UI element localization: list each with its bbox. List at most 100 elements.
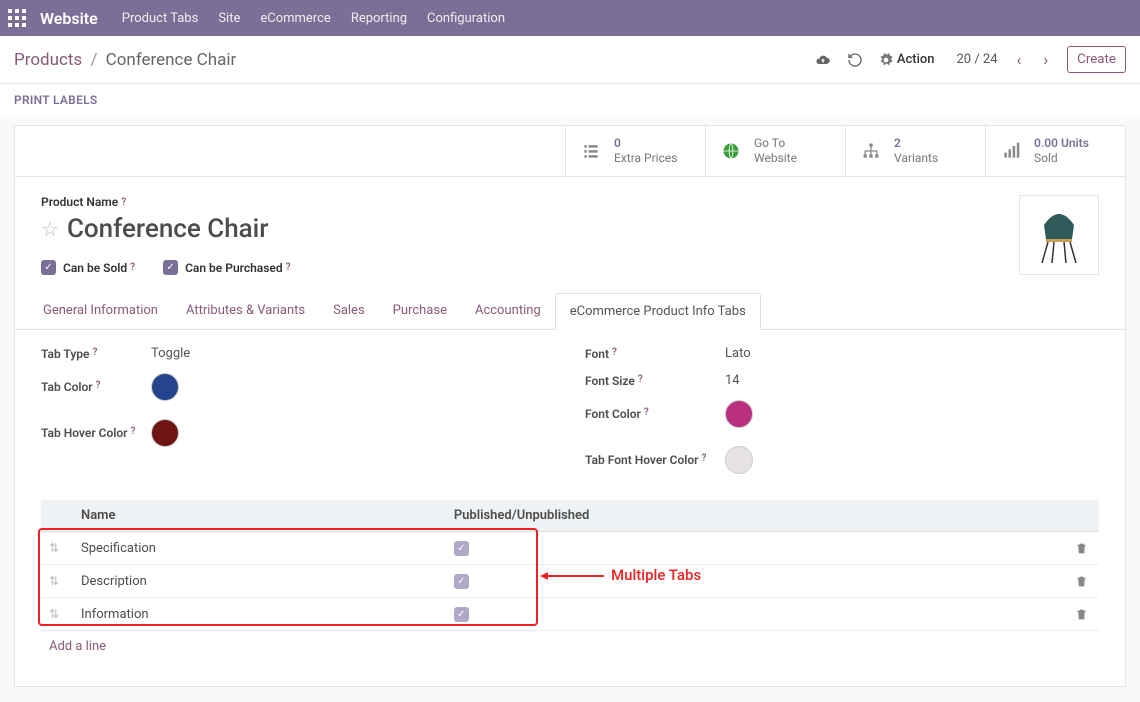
- print-labels-button[interactable]: PRINT LABELS: [14, 93, 98, 107]
- published-checkbox[interactable]: ✓: [454, 541, 469, 556]
- stat-sold[interactable]: 0.00 UnitsSold: [985, 126, 1125, 176]
- help-icon[interactable]: ?: [130, 426, 135, 440]
- sitemap-icon: [860, 140, 882, 162]
- tabs-subtable: Name Published/Unpublished ⇅ Specificatio…: [41, 500, 1099, 662]
- table-row[interactable]: ⇅ Description ✓: [41, 565, 1099, 598]
- help-icon[interactable]: ?: [701, 453, 706, 467]
- gear-icon: [879, 53, 893, 67]
- can-be-purchased-label: Can be Purchased ?: [185, 261, 290, 275]
- breadcrumb-bar: Products / Conference Chair Action 20 / …: [0, 36, 1140, 84]
- tab-color-label: Tab Color?: [41, 380, 151, 394]
- menu-site[interactable]: Site: [218, 11, 240, 26]
- help-icon[interactable]: ?: [130, 262, 135, 273]
- help-icon[interactable]: ?: [612, 347, 617, 361]
- help-icon[interactable]: ?: [93, 347, 98, 361]
- font-size-value[interactable]: 14: [725, 373, 740, 388]
- delete-row-icon[interactable]: [1075, 575, 1091, 588]
- annotation-arrow: [546, 575, 604, 577]
- tab-sales[interactable]: Sales: [319, 293, 379, 330]
- col-name[interactable]: Name: [73, 500, 446, 532]
- tab-type-value[interactable]: Toggle: [151, 346, 190, 361]
- list-icon: [580, 140, 602, 162]
- tab-accounting[interactable]: Accounting: [461, 293, 555, 330]
- stat-value: 0: [614, 136, 677, 151]
- tab-hover-color-swatch[interactable]: [151, 419, 179, 447]
- pager-next[interactable]: ›: [1040, 50, 1051, 69]
- pager-prev[interactable]: ‹: [1014, 50, 1025, 69]
- published-checkbox[interactable]: ✓: [454, 607, 469, 622]
- stat-label: Extra Prices: [614, 151, 677, 166]
- globe-icon: [720, 140, 742, 162]
- stat-variants[interactable]: 2Variants: [845, 126, 985, 176]
- create-button[interactable]: Create: [1067, 46, 1126, 73]
- table-row[interactable]: ⇅ Information ✓: [41, 598, 1099, 631]
- tab-color-swatch[interactable]: [151, 373, 179, 401]
- menu-reporting[interactable]: Reporting: [351, 11, 407, 26]
- can-be-sold-label: Can be Sold ?: [63, 261, 135, 275]
- menu-configuration[interactable]: Configuration: [427, 11, 505, 26]
- top-bar: Website Product Tabs Site eCommerce Repo…: [0, 0, 1140, 36]
- annotation-text: Multiple Tabs: [611, 566, 701, 584]
- delete-row-icon[interactable]: [1075, 608, 1091, 621]
- tab-ecommerce-product-info[interactable]: eCommerce Product Info Tabs: [555, 293, 761, 330]
- stat-buttons: 0Extra Prices Go ToWebsite 2Variants 0.0…: [15, 126, 1125, 177]
- stat-goto-website[interactable]: Go ToWebsite: [705, 126, 845, 176]
- action-dropdown[interactable]: Action: [879, 52, 935, 67]
- breadcrumb: Products / Conference Chair: [14, 50, 236, 70]
- menu-ecommerce[interactable]: eCommerce: [260, 11, 330, 26]
- table-row[interactable]: ⇅ Specification ✓: [41, 532, 1099, 565]
- notebook-tabs: General Information Attributes & Variant…: [15, 293, 1125, 330]
- drag-handle-icon[interactable]: ⇅: [49, 607, 59, 621]
- col-handle: [41, 500, 73, 532]
- sub-header: PRINT LABELS: [0, 84, 1140, 117]
- drag-handle-icon[interactable]: ⇅: [49, 541, 59, 555]
- tab-attributes-variants[interactable]: Attributes & Variants: [172, 293, 319, 330]
- product-name-label: Product Name?: [41, 195, 126, 209]
- apps-icon[interactable]: [8, 9, 26, 27]
- font-size-label: Font Size?: [585, 374, 725, 388]
- bars-icon: [1000, 140, 1022, 162]
- stat-label-bottom: Website: [754, 151, 797, 166]
- can-be-purchased-checkbox[interactable]: ✓: [163, 260, 178, 275]
- drag-handle-icon[interactable]: ⇅: [49, 574, 59, 588]
- delete-row-icon[interactable]: [1075, 542, 1091, 555]
- help-icon[interactable]: ?: [286, 262, 291, 273]
- stat-value: 2: [894, 136, 938, 151]
- breadcrumb-sep: /: [90, 50, 97, 70]
- tab-purchase[interactable]: Purchase: [379, 293, 461, 330]
- published-checkbox[interactable]: ✓: [454, 574, 469, 589]
- pager: 20 / 24: [957, 52, 998, 67]
- product-image[interactable]: [1019, 195, 1099, 275]
- tab-font-hover-color-swatch[interactable]: [725, 446, 753, 474]
- stat-label: Sold: [1034, 151, 1089, 166]
- add-a-line[interactable]: Add a line: [41, 631, 1099, 662]
- col-published[interactable]: Published/Unpublished: [446, 500, 1067, 532]
- undo-icon[interactable]: [847, 52, 863, 68]
- help-icon[interactable]: ?: [121, 197, 126, 208]
- breadcrumb-root[interactable]: Products: [14, 50, 82, 70]
- tab-general-info[interactable]: General Information: [29, 293, 172, 330]
- help-icon[interactable]: ?: [96, 380, 101, 394]
- font-value[interactable]: Lato: [725, 346, 751, 361]
- font-label: Font?: [585, 347, 725, 361]
- tab-name-cell[interactable]: Information: [73, 598, 446, 631]
- tab-font-hover-color-label: Tab Font Hover Color?: [585, 453, 725, 467]
- font-color-label: Font Color?: [585, 407, 725, 421]
- tab-name-cell[interactable]: Description: [73, 565, 446, 598]
- stat-extra-prices[interactable]: 0Extra Prices: [565, 126, 705, 176]
- can-be-sold-checkbox[interactable]: ✓: [41, 260, 56, 275]
- form-sheet: 0Extra Prices Go ToWebsite 2Variants 0.0…: [14, 125, 1126, 687]
- menu-product-tabs[interactable]: Product Tabs: [122, 11, 199, 26]
- product-title[interactable]: Conference Chair: [67, 214, 269, 244]
- top-menu: Product Tabs Site eCommerce Reporting Co…: [122, 11, 505, 26]
- help-icon[interactable]: ?: [638, 374, 643, 388]
- favorite-star-icon[interactable]: ☆: [41, 217, 59, 241]
- cloud-upload-icon[interactable]: [815, 52, 831, 68]
- font-color-swatch[interactable]: [725, 400, 753, 428]
- tab-name-cell[interactable]: Specification: [73, 532, 446, 565]
- action-label: Action: [897, 52, 935, 67]
- brand[interactable]: Website: [40, 9, 98, 28]
- col-actions: [1067, 500, 1099, 532]
- tab-content: Tab Type? Toggle Tab Color? Tab Hover Co…: [15, 330, 1125, 686]
- help-icon[interactable]: ?: [644, 407, 649, 421]
